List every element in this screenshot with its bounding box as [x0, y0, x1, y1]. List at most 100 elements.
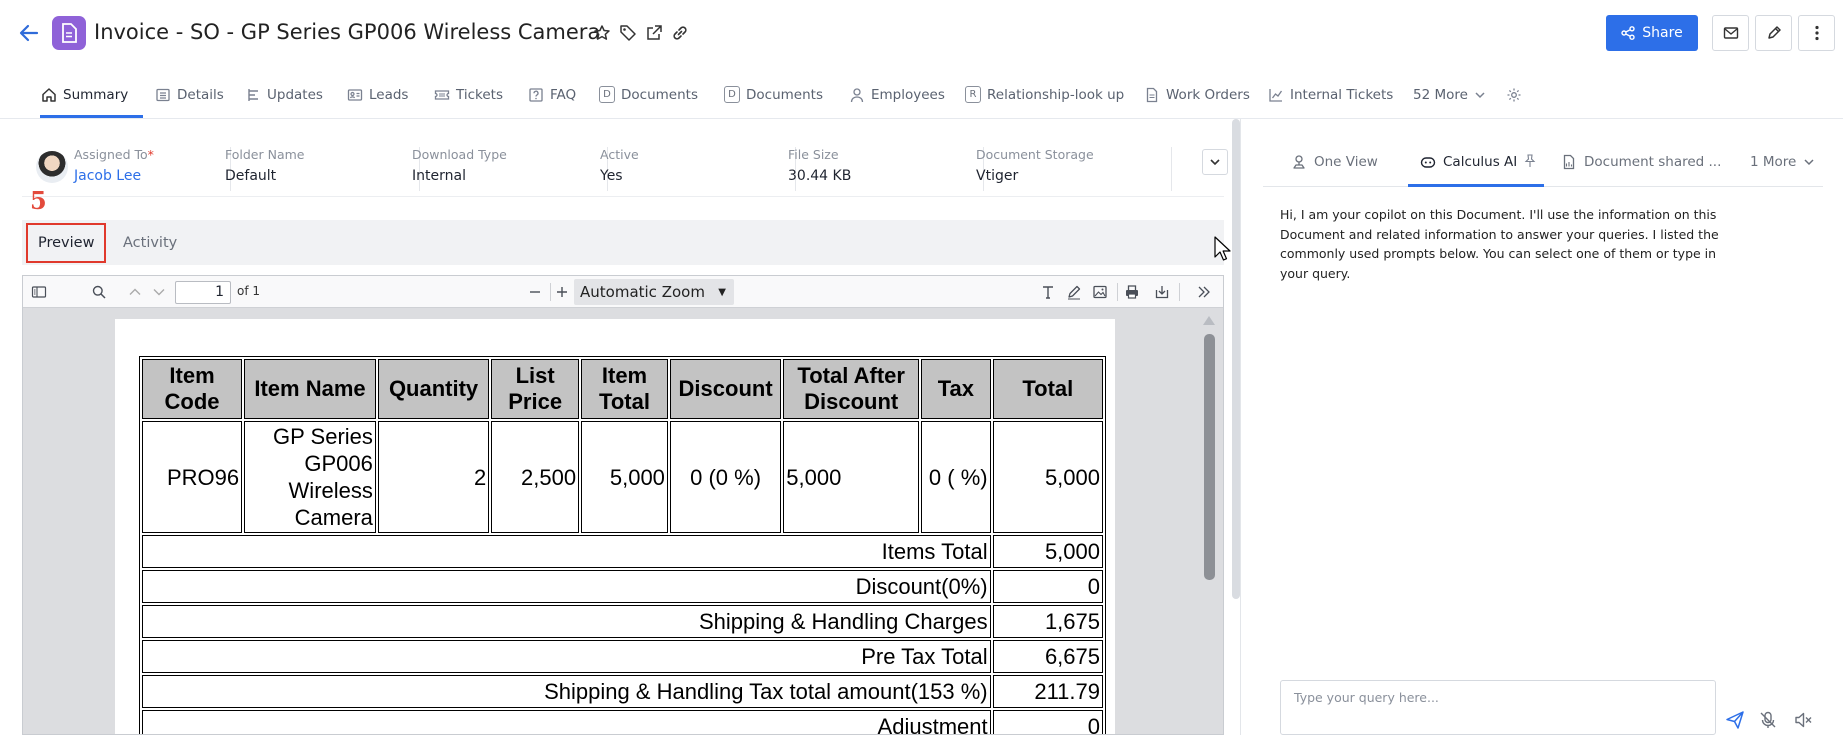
edit-button[interactable] — [1755, 15, 1792, 51]
chevron-up-icon[interactable] — [127, 284, 143, 300]
item-list-price: 2,500 — [491, 421, 580, 533]
back-arrow-icon[interactable] — [18, 22, 40, 44]
field-download-type: Download Type Internal — [412, 147, 608, 191]
field-file-size: File Size 30.44 KB — [788, 147, 984, 191]
chevron-down-icon: ▼ — [718, 287, 726, 298]
tab-relationship-look-up[interactable]: R Relationship-look up — [965, 71, 1124, 118]
ticket-icon — [434, 87, 450, 103]
zoom-in-icon[interactable] — [554, 284, 570, 300]
id-card-icon — [347, 87, 363, 103]
field-assigned-to: Assigned To* Jacob Lee — [74, 147, 231, 191]
tab-faq[interactable]: FAQ — [528, 71, 576, 118]
tab-leads[interactable]: Leads — [347, 71, 408, 118]
question-icon — [528, 87, 544, 103]
annotation-number: 5 — [30, 186, 47, 215]
pane-divider — [1240, 119, 1241, 735]
kebab-icon — [1814, 25, 1819, 41]
download-icon[interactable] — [1154, 284, 1170, 300]
text-tool-icon[interactable] — [1040, 284, 1056, 300]
field-document-storage: Document Storage Vtiger — [976, 147, 1172, 191]
invoice-line-items-table: Item Code Item Name Quantity List Price … — [139, 356, 1106, 734]
scroll-up-arrow-icon[interactable] — [1203, 316, 1215, 325]
external-link-icon[interactable] — [645, 24, 663, 42]
double-chevron-right-icon[interactable] — [1196, 284, 1212, 300]
tab-settings[interactable] — [1506, 71, 1522, 118]
page-number-input[interactable]: 1 — [175, 281, 231, 304]
pin-icon — [1291, 154, 1307, 170]
send-icon[interactable] — [1725, 710, 1745, 730]
item-row-total: 5,000 — [992, 421, 1103, 533]
subtab-activity[interactable]: Activity — [123, 220, 177, 265]
tab-employees[interactable]: Employees — [849, 71, 945, 118]
totals-row: Shipping & Handling Charges 1,675 — [142, 605, 1103, 638]
toolbar-separator — [1179, 283, 1180, 301]
col-header: Total After Discount — [783, 359, 920, 419]
draw-tool-icon[interactable] — [1066, 284, 1082, 300]
email-button[interactable] — [1712, 15, 1749, 51]
tab-more[interactable]: 52 More — [1413, 71, 1490, 118]
toolbar-separator — [550, 283, 551, 301]
summary-fields-card: Assigned To* Jacob Lee Folder Name Defau… — [22, 137, 1228, 197]
image-tool-icon[interactable] — [1092, 284, 1108, 300]
item-total-after-discount: 5,000 — [783, 421, 920, 533]
more-actions-button[interactable] — [1798, 15, 1835, 51]
item-code: PRO96 — [142, 421, 243, 533]
tab-one-view[interactable]: One View — [1291, 137, 1378, 187]
tab-document-shared[interactable]: Document shared ... — [1561, 137, 1721, 187]
share-button[interactable]: Share — [1606, 15, 1698, 51]
mouse-cursor-icon — [1214, 236, 1231, 261]
assigned-to-link[interactable]: Jacob Lee — [74, 168, 230, 184]
link-icon[interactable] — [671, 24, 689, 42]
star-icon[interactable] — [593, 24, 611, 42]
tab-documents-2[interactable]: D Documents — [724, 71, 823, 118]
print-icon[interactable] — [1124, 284, 1140, 300]
item-name: GP Series GP006 Wireless Camera — [244, 421, 376, 533]
content-subtabs: Preview Activity — [22, 220, 1224, 265]
zoom-select[interactable]: Automatic Zoom ▼ — [574, 279, 734, 305]
query-input[interactable]: Type your query here... — [1280, 680, 1716, 735]
microphone-off-icon[interactable] — [1758, 710, 1778, 730]
tab-documents-1[interactable]: D Documents — [599, 71, 698, 118]
letter-d-icon: D — [599, 86, 615, 103]
document-icon — [52, 16, 86, 50]
item-tax: 0 ( %) — [921, 421, 991, 533]
search-icon[interactable] — [91, 284, 107, 300]
gear-icon — [1506, 87, 1522, 103]
tag-icon[interactable] — [619, 24, 637, 42]
annotation-highlight-box — [26, 223, 106, 263]
col-header: Total — [992, 359, 1103, 419]
side-panel: One View Calculus AI Document shared ...… — [1263, 137, 1823, 735]
tab-tickets[interactable]: Tickets — [434, 71, 503, 118]
totals-row: Pre Tax Total 6,675 — [142, 640, 1103, 673]
field-folder-name: Folder Name Default — [224, 147, 420, 191]
tab-details[interactable]: Details — [155, 71, 224, 118]
pin-icon[interactable] — [1524, 154, 1536, 170]
mail-icon — [1723, 27, 1738, 39]
document-icon — [1144, 87, 1160, 103]
tab-summary[interactable]: Summary — [40, 71, 143, 118]
chevron-down-icon[interactable] — [151, 284, 167, 300]
pdf-viewer: 1 of 1 Automatic Zoom ▼ Item Code Item N… — [22, 275, 1224, 735]
tab-work-orders[interactable]: Work Orders — [1144, 71, 1250, 118]
pane-scrollbar[interactable] — [1232, 119, 1240, 599]
pdf-scrollbar[interactable] — [1204, 334, 1215, 580]
speaker-off-icon[interactable] — [1793, 710, 1813, 730]
record-tabs: Summary Details Updates Leads Tickets FA… — [0, 71, 1843, 118]
document-icon — [1561, 154, 1577, 170]
item-quantity: 2 — [377, 421, 490, 533]
table-row: PRO96 GP Series GP006 Wireless Camera 2 … — [142, 421, 1103, 533]
expand-fields-button[interactable] — [1202, 149, 1228, 175]
page-count: of 1 — [237, 284, 261, 298]
list-icon — [155, 87, 171, 103]
updates-icon — [245, 87, 261, 103]
tab-more[interactable]: 1 More — [1750, 137, 1819, 187]
col-header: Quantity — [377, 359, 490, 419]
tab-internal-tickets[interactable]: Internal Tickets — [1268, 71, 1393, 118]
totals-row: Adjustment 0 — [142, 710, 1103, 734]
tab-calculus-ai[interactable]: Calculus AI — [1408, 137, 1544, 187]
robot-icon — [1420, 154, 1436, 170]
table-header-row: Item Code Item Name Quantity List Price … — [142, 359, 1103, 419]
zoom-out-icon[interactable] — [527, 284, 543, 300]
tab-updates[interactable]: Updates — [245, 71, 323, 118]
sidebar-toggle-icon[interactable] — [31, 284, 47, 300]
